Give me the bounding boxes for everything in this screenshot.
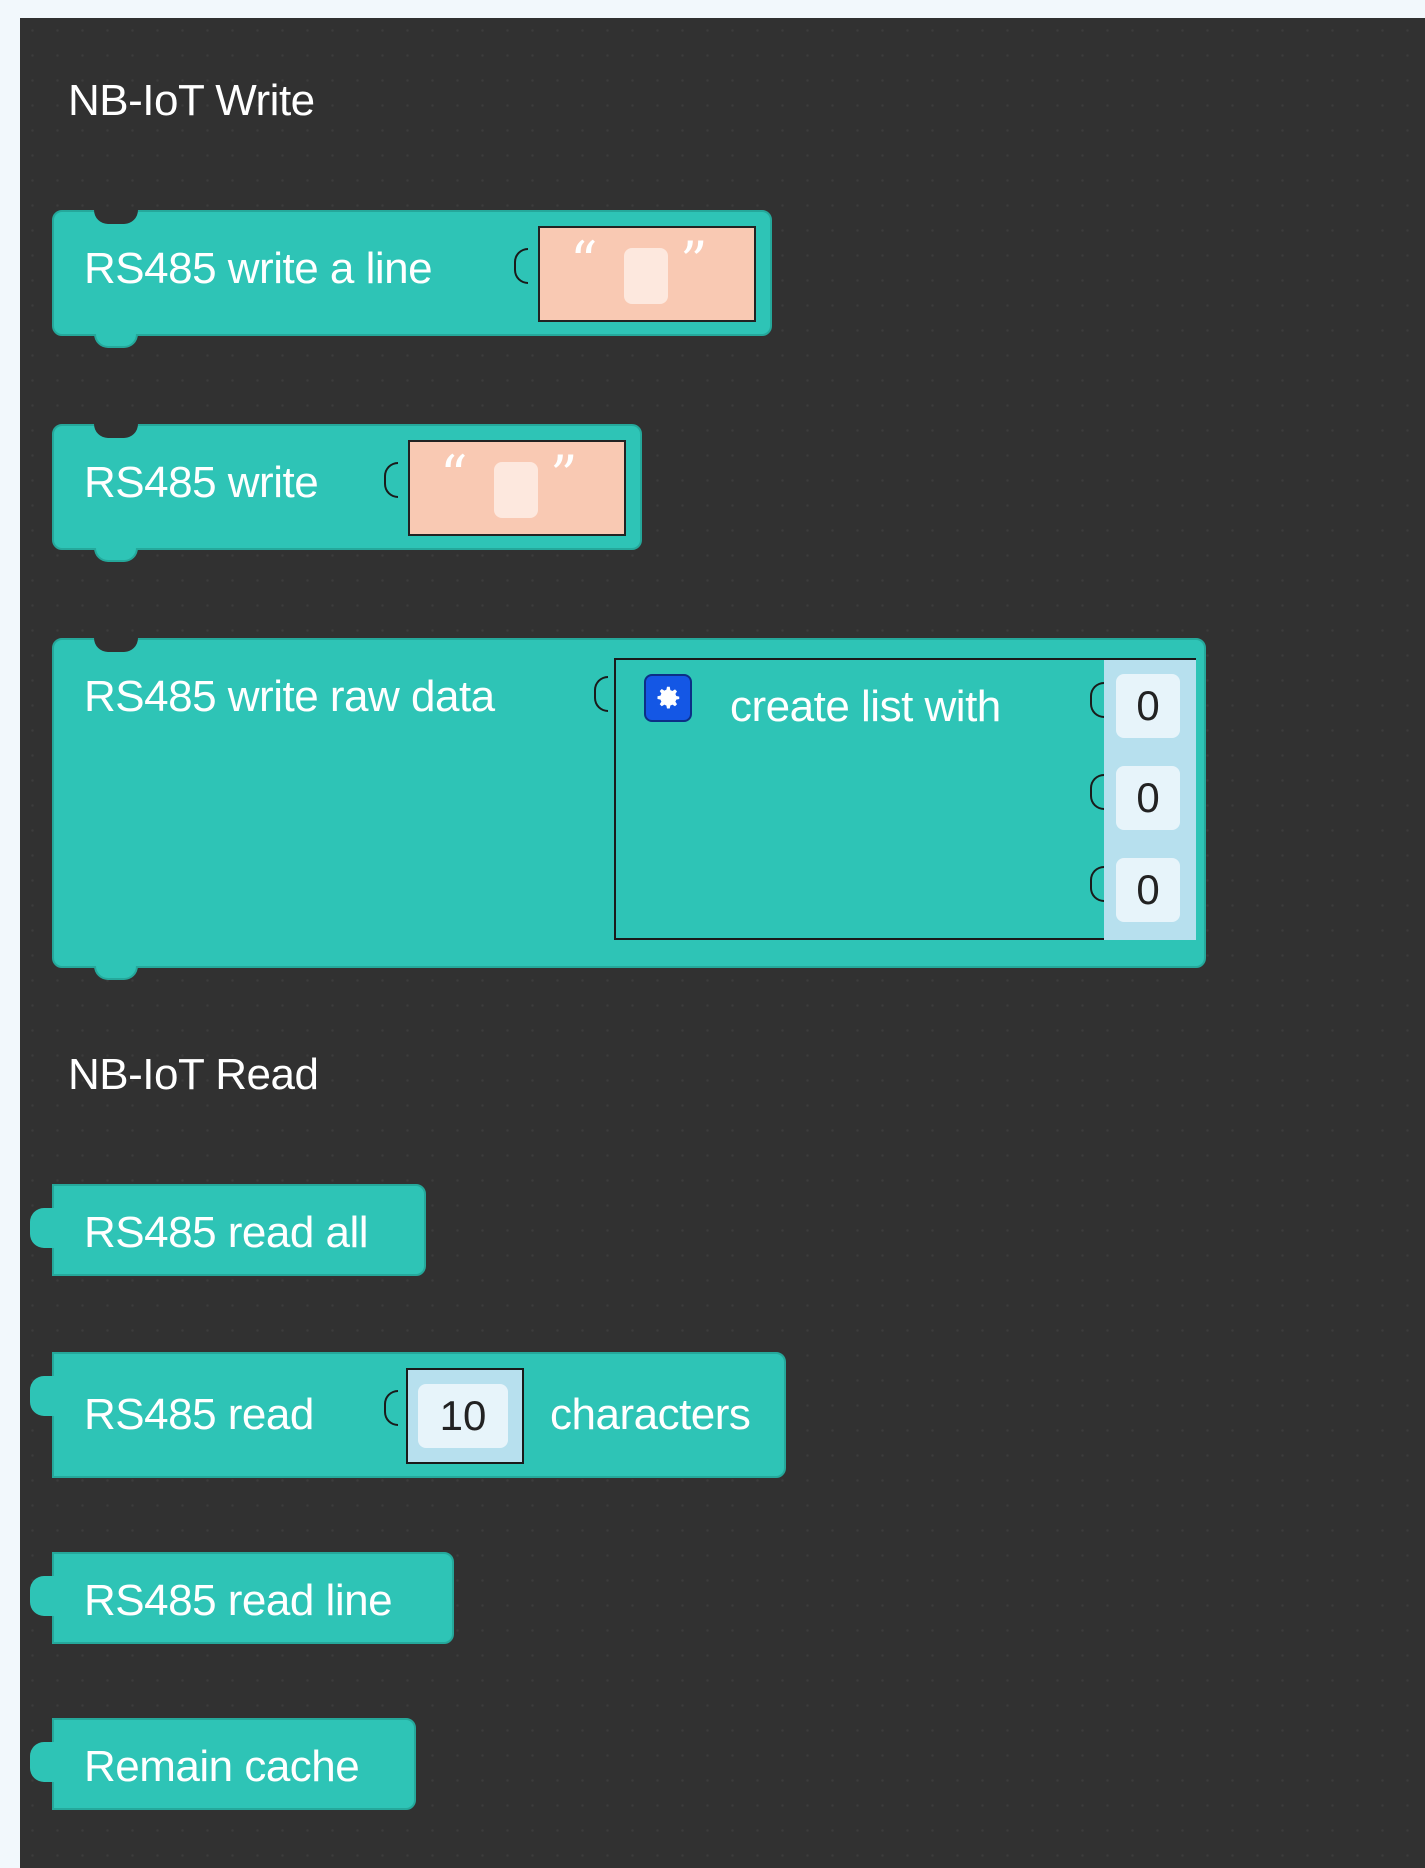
char-count-input[interactable]: 10 [418, 1384, 508, 1448]
block-label: RS485 write a line [84, 244, 433, 293]
rs485-read-chars-block[interactable]: RS485 read 10 characters [30, 1352, 786, 1478]
rs485-write-block[interactable]: RS485 write “ ” [52, 424, 642, 562]
block-label: RS485 read all [84, 1208, 369, 1257]
list-label: create list with [730, 682, 1001, 731]
category-label-read: NB-IoT Read [68, 1050, 319, 1099]
rs485-read-line-block[interactable]: RS485 read line [30, 1552, 454, 1644]
text-input[interactable]: “ ” [538, 226, 756, 322]
rs485-write-line-block[interactable]: RS485 write a line “ ” [52, 210, 772, 348]
open-quote: “ [440, 444, 468, 507]
block-label: RS485 read [84, 1390, 314, 1439]
text-field[interactable] [494, 462, 538, 518]
block-label: RS485 write raw data [84, 672, 495, 721]
open-quote: “ [570, 230, 598, 293]
list-item-input[interactable]: 0 [1116, 674, 1180, 738]
list-item-input[interactable]: 0 [1116, 766, 1180, 830]
category-label-write: NB-IoT Write [68, 76, 315, 125]
block-suffix: characters [550, 1390, 751, 1439]
block-label: Remain cache [84, 1742, 360, 1791]
remain-cache-block[interactable]: Remain cache [30, 1718, 416, 1810]
block-label: RS485 read line [84, 1576, 393, 1625]
text-input[interactable]: “ ” [408, 440, 626, 536]
blockly-workspace[interactable]: NB-IoT Write RS485 write a line “ ” RS48… [20, 18, 1425, 1868]
create-list-block[interactable]: create list with 0 0 0 [614, 658, 1196, 940]
text-field[interactable] [624, 248, 668, 304]
rs485-read-all-block[interactable]: RS485 read all [30, 1184, 426, 1276]
list-item-input[interactable]: 0 [1116, 858, 1180, 922]
rs485-write-raw-block[interactable]: RS485 write raw data create list with 0 … [52, 638, 1206, 980]
close-quote: ” [550, 444, 578, 507]
gear-icon[interactable] [644, 674, 692, 722]
block-label: RS485 write [84, 458, 319, 507]
close-quote: ” [680, 230, 708, 293]
